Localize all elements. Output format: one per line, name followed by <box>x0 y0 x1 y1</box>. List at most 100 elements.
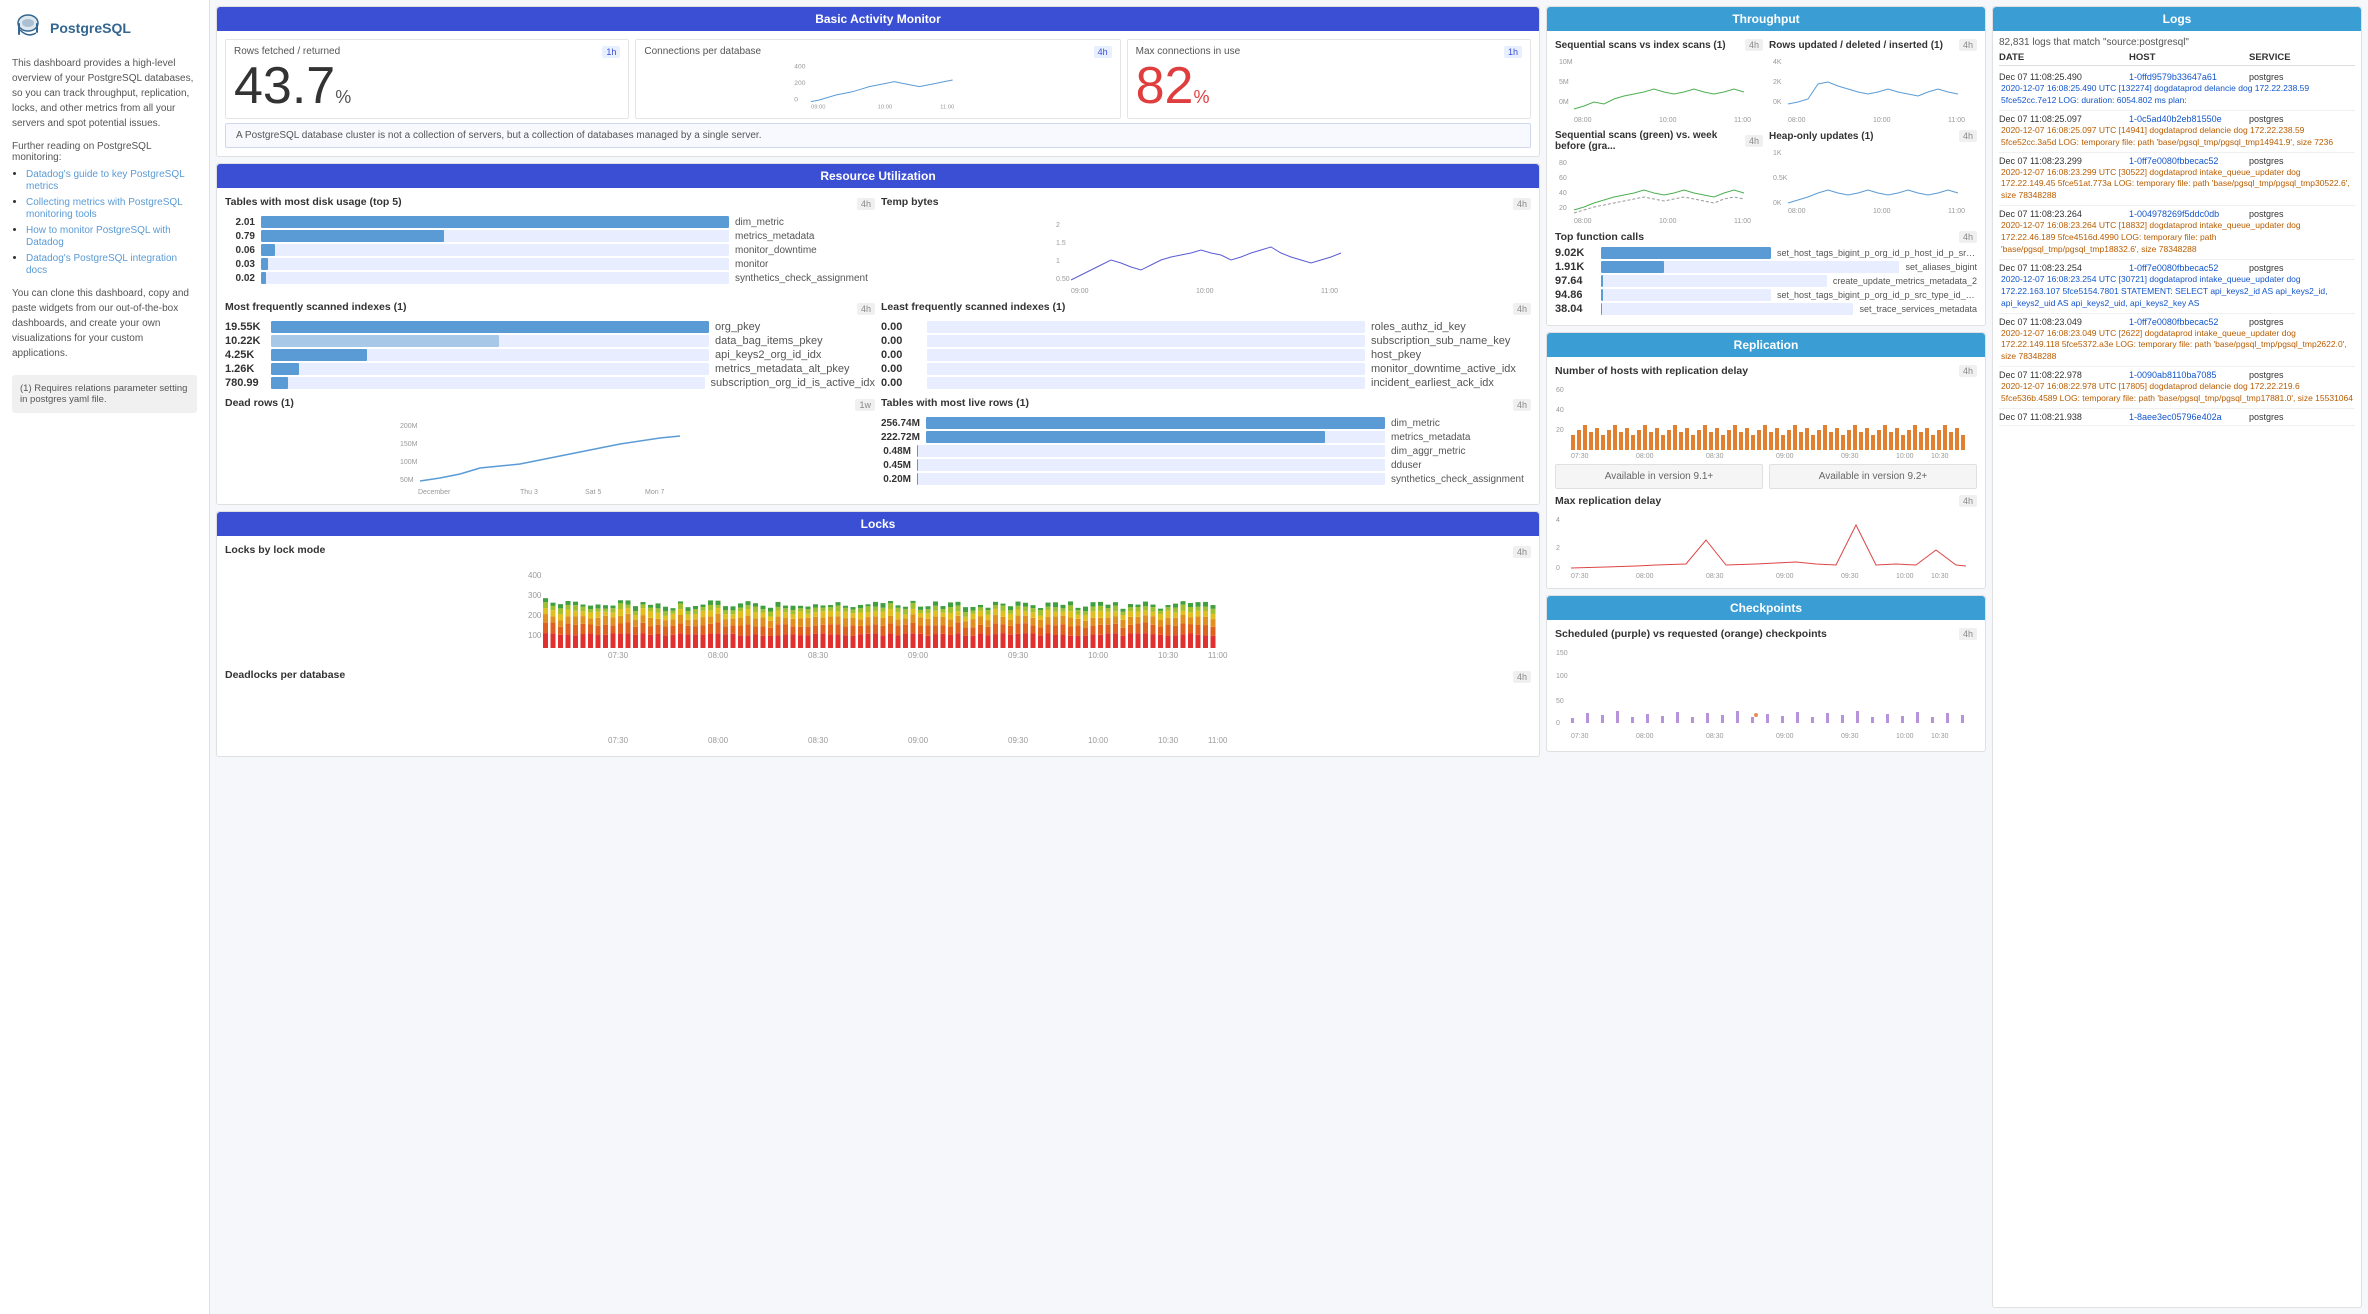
table-row: 222.72M metrics_metadata <box>881 431 1531 443</box>
svg-text:80: 80 <box>1559 160 1567 167</box>
deadlocks-title: Deadlocks per database <box>225 669 345 681</box>
svg-text:08:30: 08:30 <box>1706 733 1724 740</box>
svg-text:150M: 150M <box>400 441 418 448</box>
svg-text:11:00: 11:00 <box>941 104 956 110</box>
throughput-header: Throughput <box>1547 7 1985 31</box>
seq-scans-title: Sequential scans vs index scans (1) <box>1555 40 1726 51</box>
sidebar-link-1[interactable]: Datadog's guide to key PostgreSQL metric… <box>26 169 184 192</box>
svg-text:2: 2 <box>1556 545 1560 552</box>
svg-text:08:30: 08:30 <box>808 651 829 660</box>
seq-scans-week-title: Sequential scans (green) vs. week before… <box>1555 130 1745 152</box>
rows-fetched-percent: % <box>335 87 351 108</box>
list-item: 1.26K metrics_metadata_alt_pkey <box>225 363 875 375</box>
info-banner: A PostgreSQL database cluster is not a c… <box>225 123 1531 148</box>
svg-text:200: 200 <box>528 611 542 620</box>
svg-text:Mon 7: Mon 7 <box>645 489 665 496</box>
logs-header: Logs <box>1993 7 2361 31</box>
svg-text:09:30: 09:30 <box>1841 453 1859 460</box>
svg-text:08:00: 08:00 <box>708 651 729 660</box>
svg-text:400: 400 <box>795 63 806 70</box>
logs-col-date: DATE <box>1999 52 2129 63</box>
list-item: 4.25K api_keys2_org_id_idx <box>225 349 875 361</box>
svg-text:08:00: 08:00 <box>1788 117 1806 124</box>
log-row: Dec 07 11:08:25.490 1-0ffd9579b33647a61 … <box>1999 69 2355 111</box>
svg-text:09:00: 09:00 <box>908 651 929 660</box>
svg-text:11:00: 11:00 <box>1321 288 1338 295</box>
locks-stacked-chart: 400 300 200 100 07:30 08:00 08:30 09:00 <box>225 563 1531 663</box>
svg-text:1.5: 1.5 <box>1056 240 1066 247</box>
list-item: 0.00 subscription_sub_name_key <box>881 335 1531 347</box>
sidebar-link-4[interactable]: Datadog's PostgreSQL integration docs <box>26 253 177 276</box>
deadlocks-chart: 07:30 08:00 08:30 09:00 09:30 10:00 10:3… <box>225 688 1531 748</box>
sidebar: PostgreSQL This dashboard provides a hig… <box>0 0 210 1314</box>
rows-fetched-box: Rows fetched / returned 1h 43.7 % <box>225 39 629 119</box>
svg-text:300: 300 <box>528 591 542 600</box>
bam-metrics-row: Rows fetched / returned 1h 43.7 % Con <box>225 39 1531 119</box>
freq-scanned-title-row: Most frequently scanned indexes (1) 4h <box>225 301 875 317</box>
svg-text:09:00: 09:00 <box>811 104 826 110</box>
svg-text:08:30: 08:30 <box>1706 453 1724 460</box>
table-row: 0.03 monitor <box>225 258 875 270</box>
svg-text:60: 60 <box>1556 387 1564 394</box>
disk-usage-title-row: Tables with most disk usage (top 5) 4h <box>225 196 875 212</box>
deadlocks-title-row: Deadlocks per database 4h <box>225 669 1531 685</box>
available-versions-row: Available in version 9.1+ Available in v… <box>1555 464 1977 489</box>
freq-scanned-rows: 19.55K org_pkey 10.22K data_bag_items_pk… <box>225 321 875 389</box>
checkpoints-body: Scheduled (purple) vs requested (orange)… <box>1547 620 1985 751</box>
sidebar-link-2[interactable]: Collecting metrics with PostgreSQL monit… <box>26 197 182 220</box>
logs-table-header: DATE HOST SERVICE <box>1999 52 2355 66</box>
svg-text:09:30: 09:30 <box>1841 573 1859 580</box>
svg-text:09:30: 09:30 <box>1841 733 1859 740</box>
deadlocks-badge: 4h <box>1513 671 1531 683</box>
svg-text:400: 400 <box>528 571 542 580</box>
resource-grid: Tables with most disk usage (top 5) 4h 2… <box>225 196 1531 496</box>
max-connections-value-row: 82 % <box>1136 60 1522 112</box>
log-row: Dec 07 11:08:23.254 1-0ff7e0080fbbecac52… <box>1999 260 2355 314</box>
sidebar-link-3[interactable]: How to monitor PostgreSQL with Datadog <box>26 225 171 248</box>
top-func-title: Top function calls <box>1555 231 1644 243</box>
svg-text:10:00: 10:00 <box>1196 288 1214 295</box>
replication-delay-title: Number of hosts with replication delay <box>1555 365 1748 377</box>
svg-text:100: 100 <box>1556 673 1568 680</box>
rows-updated-section: Rows updated / deleted / inserted (1) 4h… <box>1769 39 1977 124</box>
svg-text:10:00: 10:00 <box>1659 218 1677 225</box>
connections-chart: 400 200 0 09:00 10:00 11:00 <box>644 60 1111 110</box>
max-connections-box: Max connections in use 1h 82 % <box>1127 39 1531 119</box>
seq-scans-week-section: Sequential scans (green) vs. week before… <box>1555 130 1763 225</box>
svg-text:0: 0 <box>1556 565 1560 572</box>
dead-rows-section: Dead rows (1) 1w 200M 150M 100M 50M Dece… <box>225 397 875 496</box>
checkpoints-header: Checkpoints <box>1547 596 1985 620</box>
log-row: Dec 07 11:08:25.097 1-0c5ad40b2eb81550e … <box>1999 111 2355 153</box>
dead-rows-title-row: Dead rows (1) 1w <box>225 397 875 413</box>
throughput-panel: Throughput Sequential scans vs index sca… <box>1546 6 1986 326</box>
throughput-body: Sequential scans vs index scans (1) 4h 1… <box>1547 31 1985 325</box>
least-scanned-badge: 4h <box>1513 303 1531 315</box>
live-rows-title: Tables with most live rows (1) <box>881 397 1029 409</box>
least-scanned-title-row: Least frequently scanned indexes (1) 4h <box>881 301 1531 317</box>
max-connections-value: 82 <box>1136 60 1194 112</box>
svg-text:07:30: 07:30 <box>1571 453 1589 460</box>
rows-fetched-value: 43.7 <box>234 60 335 112</box>
svg-text:December: December <box>418 489 451 496</box>
list-item: 0.00 incident_earliest_ack_idx <box>881 377 1531 389</box>
rows-updated-chart: 4K 2K 0K 08:00 10:00 11:00 <box>1769 54 1977 124</box>
disk-usage-badge: 4h <box>857 198 875 210</box>
svg-text:10:00: 10:00 <box>1896 573 1914 580</box>
max-replication-title: Max replication delay <box>1555 495 1661 507</box>
dead-rows-title: Dead rows (1) <box>225 397 294 409</box>
rows-fetched-value-row: 43.7 % <box>234 60 620 112</box>
svg-text:Sat 5: Sat 5 <box>585 489 601 496</box>
list-item: 94.86 set_host_tags_bigint_p_org_id_p_sr… <box>1555 289 1977 301</box>
svg-text:09:30: 09:30 <box>1008 651 1029 660</box>
list-item: 9.02K set_host_tags_bigint_p_org_id_p_ho… <box>1555 247 1977 259</box>
svg-text:10:00: 10:00 <box>1873 117 1891 124</box>
logs-column: Logs 82,831 logs that match "source:post… <box>1992 6 2362 1308</box>
svg-text:07:30: 07:30 <box>1571 733 1589 740</box>
svg-text:11:00: 11:00 <box>1948 117 1965 124</box>
disk-usage-title: Tables with most disk usage (top 5) <box>225 196 402 208</box>
locks-body: Locks by lock mode 4h 400 300 200 100 07… <box>217 536 1539 756</box>
svg-text:4K: 4K <box>1773 59 1782 66</box>
table-row: 0.06 monitor_downtime <box>225 244 875 256</box>
svg-text:09:00: 09:00 <box>1776 453 1794 460</box>
sidebar-links: Datadog's guide to key PostgreSQL metric… <box>12 168 197 276</box>
